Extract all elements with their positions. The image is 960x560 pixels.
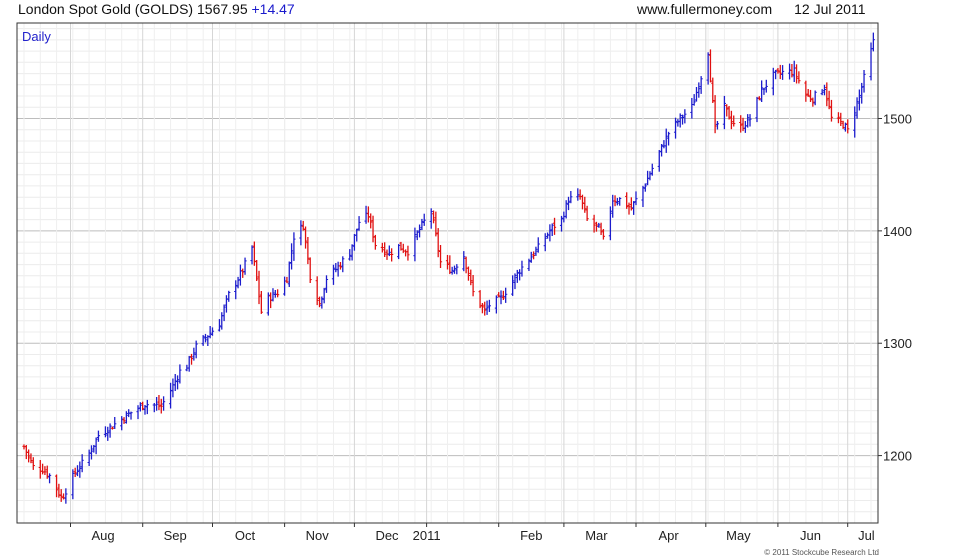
y-tick-label: 1500: [883, 112, 912, 127]
x-axis: Aug Sep Oct Nov Dec 2011 Feb Mar Apr May Jun Jul: [70, 523, 875, 543]
x-tick-label: Apr: [658, 528, 679, 543]
x-tick-label: May: [726, 528, 751, 543]
x-tick-label: Oct: [235, 528, 256, 543]
period-label: Daily: [22, 29, 51, 44]
x-tick-label: Mar: [585, 528, 608, 543]
x-tick-label: Sep: [164, 528, 187, 543]
price-chart: 1200 1300 1400 1500 Aug Sep Oct Nov Dec 2011 Feb M…: [16, 22, 912, 557]
x-tick-label: Dec: [375, 528, 399, 543]
x-tick-label: 2011: [413, 528, 441, 543]
x-tick-label: Aug: [92, 528, 115, 543]
y-tick-label: 1400: [883, 224, 912, 239]
y-tick-label: 1300: [883, 336, 912, 351]
y-tick-label: 1200: [883, 449, 912, 464]
x-tick-label: Nov: [306, 528, 330, 543]
x-tick-label: Jun: [800, 528, 821, 543]
x-tick-label: Feb: [520, 528, 542, 543]
y-axis: 1200 1300 1400 1500: [878, 112, 912, 464]
chart-grid: [17, 23, 878, 523]
copyright-text: © 2011 Stockcube Research Ltd: [764, 548, 879, 557]
x-tick-label: Jul: [858, 528, 875, 543]
